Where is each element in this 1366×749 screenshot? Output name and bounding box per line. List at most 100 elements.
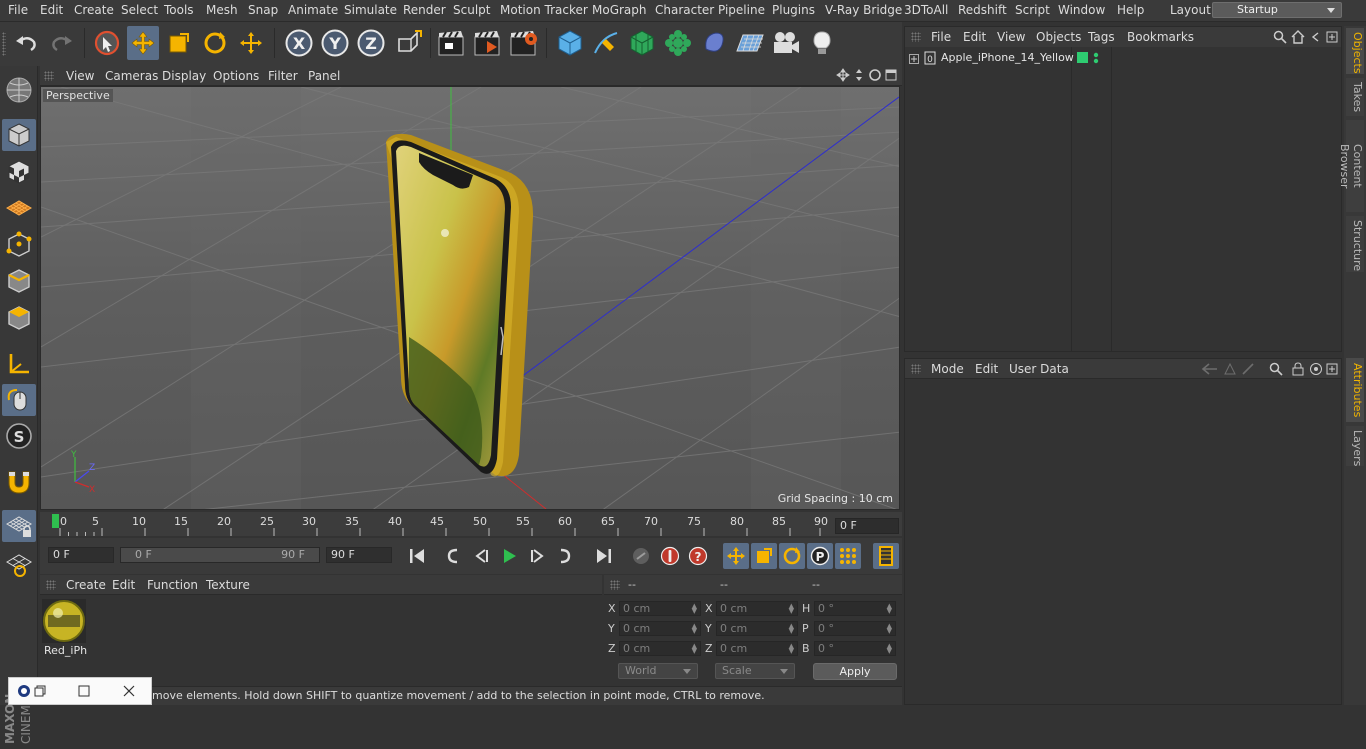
forward-arrow-icon[interactable] bbox=[1241, 362, 1255, 379]
tab-layers[interactable]: Layers bbox=[1346, 426, 1364, 466]
rot-h-field[interactable]: 0 ° ▲ ▼ bbox=[814, 601, 896, 616]
live-selection-icon[interactable] bbox=[91, 26, 123, 60]
pos-x-field[interactable]: 0 cm ▲ ▼ bbox=[619, 601, 701, 616]
render-settings-icon[interactable] bbox=[508, 26, 540, 60]
home-icon[interactable] bbox=[1291, 30, 1305, 47]
menu-help[interactable]: Help bbox=[1117, 3, 1144, 17]
key-position-icon[interactable] bbox=[723, 543, 749, 569]
make-editable-icon[interactable] bbox=[2, 74, 36, 106]
viewport-menu-view[interactable]: View bbox=[66, 69, 94, 83]
viewport-maximize-icon[interactable] bbox=[884, 68, 898, 85]
autokeying-icon[interactable]: ? bbox=[685, 543, 711, 569]
expand-icon[interactable] bbox=[909, 53, 919, 67]
object-menu-tags[interactable]: Tags bbox=[1088, 30, 1115, 44]
menu-vray-bridge[interactable]: V-Ray Bridge bbox=[825, 3, 902, 17]
viewport-menu-display[interactable]: Display bbox=[162, 69, 206, 83]
pen-spline-icon[interactable] bbox=[590, 26, 622, 60]
cube-primitive-icon[interactable] bbox=[554, 26, 586, 60]
layer-color-swatch[interactable] bbox=[1077, 52, 1088, 63]
attribute-menu-mode[interactable]: Mode bbox=[931, 362, 964, 376]
material-menu-edit[interactable]: Edit bbox=[112, 578, 135, 592]
menu-simulate[interactable]: Simulate bbox=[344, 3, 397, 17]
x-axis-lock-icon[interactable]: X bbox=[283, 26, 315, 60]
light-icon[interactable] bbox=[806, 26, 838, 60]
workplane-mode-icon[interactable] bbox=[2, 192, 36, 224]
material-menu-create[interactable]: Create bbox=[66, 578, 106, 592]
menu-redshift[interactable]: Redshift bbox=[958, 3, 1007, 17]
go-to-end-icon[interactable] bbox=[591, 543, 617, 569]
points-mode-icon[interactable] bbox=[2, 229, 36, 261]
previous-frame-icon[interactable] bbox=[469, 543, 495, 569]
play-icon[interactable] bbox=[496, 543, 522, 569]
up-arrow-icon[interactable] bbox=[1223, 362, 1237, 379]
apply-button[interactable]: Apply bbox=[813, 663, 897, 680]
viewport-rotate-icon[interactable] bbox=[868, 68, 882, 85]
viewport-menu-cameras[interactable]: Cameras bbox=[105, 69, 158, 83]
tweak-mode-icon[interactable] bbox=[2, 384, 36, 416]
close-icon[interactable] bbox=[122, 684, 136, 701]
object-menu-bookmarks[interactable]: Bookmarks bbox=[1127, 30, 1194, 44]
coordinate-space-dropdown[interactable]: World bbox=[618, 663, 698, 679]
size-z-field[interactable]: 0 cm ▲ ▼ bbox=[716, 641, 798, 656]
floor-environment-icon[interactable] bbox=[734, 26, 766, 60]
key-parameter-icon[interactable]: P bbox=[807, 543, 833, 569]
back-arrow-icon[interactable] bbox=[1201, 362, 1219, 379]
deformer-icon[interactable] bbox=[698, 26, 730, 60]
viewport-menu-options[interactable]: Options bbox=[213, 69, 259, 83]
tab-objects[interactable]: Objects bbox=[1346, 28, 1364, 74]
tab-takes[interactable]: Takes bbox=[1346, 78, 1364, 116]
polygons-mode-icon[interactable] bbox=[2, 302, 36, 334]
tab-attributes[interactable]: Attributes bbox=[1346, 358, 1364, 422]
rot-p-field[interactable]: 0 ° ▲ ▼ bbox=[814, 621, 896, 636]
render-picture-viewer-icon[interactable] bbox=[472, 26, 504, 60]
menu-create[interactable]: Create bbox=[74, 3, 114, 17]
attribute-menu-user-data[interactable]: User Data bbox=[1009, 362, 1069, 376]
search-icon[interactable] bbox=[1273, 30, 1287, 47]
next-frame-icon[interactable] bbox=[524, 543, 550, 569]
target-icon[interactable] bbox=[1309, 362, 1323, 379]
viewport-menu-filter[interactable]: Filter bbox=[268, 69, 298, 83]
material-menu-texture[interactable]: Texture bbox=[206, 578, 250, 592]
pos-z-field[interactable]: 0 cm ▲ ▼ bbox=[619, 641, 701, 656]
object-menu-view[interactable]: View bbox=[997, 30, 1025, 44]
menu-render[interactable]: Render bbox=[403, 3, 446, 17]
menu-select[interactable]: Select bbox=[121, 3, 158, 17]
menu-pipeline[interactable]: Pipeline bbox=[718, 3, 765, 17]
subdivision-surface-icon[interactable] bbox=[626, 26, 658, 60]
next-key-icon[interactable] bbox=[552, 543, 578, 569]
timeline-ruler[interactable]: 0 5 10 15 20 25 30 35 40 45 50 55 60 65 … bbox=[40, 512, 902, 536]
tab-content-browser[interactable]: Content Browser bbox=[1338, 120, 1364, 212]
solo-icon[interactable]: S bbox=[2, 420, 36, 452]
redo-icon[interactable] bbox=[46, 26, 78, 60]
attribute-menu-edit[interactable]: Edit bbox=[975, 362, 998, 376]
material-swatch[interactable]: Red_iPh bbox=[42, 599, 87, 657]
menu-3dtoall[interactable]: 3DToAll bbox=[904, 3, 948, 17]
new-window-icon[interactable] bbox=[1325, 30, 1339, 47]
undo-icon[interactable] bbox=[10, 26, 42, 60]
transform-tool-icon[interactable] bbox=[235, 26, 267, 60]
texture-mode-icon[interactable] bbox=[2, 156, 36, 188]
rotate-tool-icon[interactable] bbox=[199, 26, 231, 60]
menu-file[interactable]: File bbox=[8, 3, 28, 17]
object-menu-objects[interactable]: Objects bbox=[1036, 30, 1081, 44]
viewport-zoom-icon[interactable] bbox=[852, 68, 866, 85]
menu-tools[interactable]: Tools bbox=[164, 3, 194, 17]
camera-icon[interactable] bbox=[770, 26, 802, 60]
pos-y-field[interactable]: 0 cm ▲ ▼ bbox=[619, 621, 701, 636]
size-x-field[interactable]: 0 cm ▲ ▼ bbox=[716, 601, 798, 616]
timeline-window-icon[interactable] bbox=[873, 543, 899, 569]
model-mode-icon[interactable] bbox=[2, 119, 36, 151]
menu-mesh[interactable]: Mesh bbox=[206, 3, 238, 17]
material-menu-function[interactable]: Function bbox=[147, 578, 198, 592]
viewport-move-icon[interactable] bbox=[836, 68, 850, 85]
playhead[interactable] bbox=[52, 514, 59, 528]
coordinate-system-icon[interactable] bbox=[393, 26, 425, 60]
object-menu-edit[interactable]: Edit bbox=[963, 30, 986, 44]
workplane-lock-icon[interactable] bbox=[2, 510, 36, 542]
key-scale-icon[interactable] bbox=[751, 543, 777, 569]
axis-mode-icon[interactable] bbox=[2, 348, 36, 380]
tab-structure[interactable]: Structure bbox=[1346, 216, 1364, 272]
z-axis-lock-icon[interactable]: Z bbox=[355, 26, 387, 60]
visibility-dots-icon[interactable] bbox=[1093, 51, 1099, 68]
menu-sculpt[interactable]: Sculpt bbox=[453, 3, 490, 17]
